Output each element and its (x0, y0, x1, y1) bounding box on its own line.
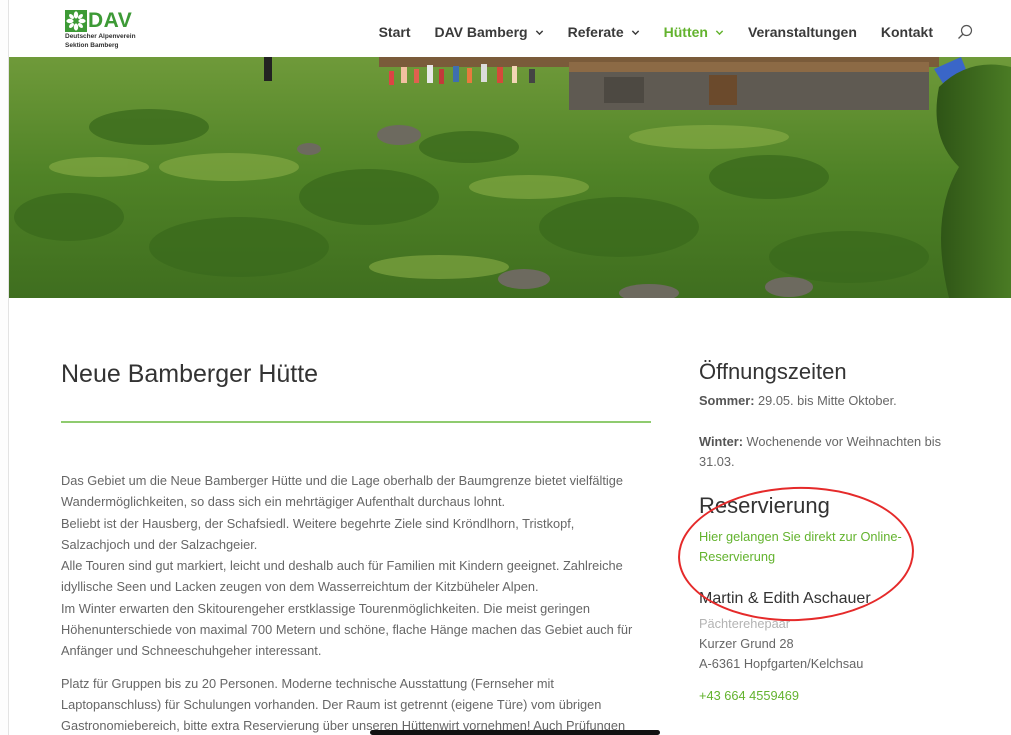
winter-value: Wochenende vor Weihnachten bis (742, 434, 941, 449)
nav-item-referate[interactable]: Referate (568, 24, 640, 40)
text-line: Platz für Gruppen bis zu 20 Personen. Mo… (61, 675, 554, 691)
text-line: Im Winter erwarten den Skitourengeher er… (61, 600, 590, 616)
phone-link[interactable]: +43 664 4559469 (699, 686, 969, 706)
logo-subtitle-line2: Sektion Bamberg (65, 41, 119, 49)
nav-item-veranstaltungen[interactable]: Veranstaltungen (748, 24, 857, 40)
nav-item-label: Hütten (663, 24, 708, 40)
dav-logo[interactable]: DAV Deutscher Alpenverein Sektion Bamber… (65, 10, 147, 50)
winter-hours: Winter: Wochenende vor Weihnachten bis 3… (699, 432, 969, 472)
reservation-heading: Reservierung (699, 493, 830, 518)
online-reservation-link[interactable]: Hier gelangen Sie direkt zur Online- Res… (699, 527, 969, 567)
description-paragraph-2: Platz für Gruppen bis zu 20 Personen. Mo… (61, 673, 651, 735)
summer-hours: Sommer: 29.05. bis Mitte Oktober. (699, 391, 969, 411)
hosts-name: Martin & Edith Aschauer (699, 590, 871, 607)
chevron-down-icon (631, 29, 639, 35)
hosts-role: Pächterehepaar (699, 616, 791, 631)
main-navigation: Start DAV Bamberg Referate Hütten Verans… (355, 22, 973, 42)
nav-item-kontakt[interactable]: Kontakt (881, 24, 933, 40)
chevron-down-icon (535, 29, 543, 35)
text-line: Laptopanschluss) für Schulungen vorhande… (61, 696, 602, 712)
search-icon[interactable] (957, 24, 973, 40)
hero-image-alpine-meadow-hut (9, 57, 1011, 298)
sidebar: Öffnungszeiten Sommer: 29.05. bis Mitte … (699, 357, 969, 706)
nav-item-label: Veranstaltungen (747, 24, 857, 40)
opening-hours-heading: Öffnungszeiten (699, 359, 847, 384)
site-header: DAV Deutscher Alpenverein Sektion Bamber… (9, 0, 1011, 57)
text-line: Alle Touren sind gut markiert, leicht un… (61, 558, 623, 574)
page-title: Neue Bamberger Hütte (61, 360, 319, 388)
summer-value: 29.05. bis Mitte Oktober. (754, 393, 897, 408)
text-line: Höhenunterschiede von maximal 700 Metern… (61, 622, 633, 638)
text-line: Beliebt ist der Hausberg, der Schafsiedl… (61, 515, 575, 531)
nav-item-dav-bamberg[interactable]: DAV Bamberg (435, 24, 544, 40)
hero-landscape-illustration (9, 57, 1011, 298)
title-divider (61, 421, 651, 423)
description-paragraph-1: Das Gebiet um die Neue Bamberger Hütte u… (61, 470, 651, 662)
text-line: Wandermöglichkeiten, so dass sich ein me… (61, 494, 506, 510)
nav-item-label: Kontakt (880, 24, 933, 40)
chevron-down-icon (715, 29, 724, 35)
address-city: A-6361 Hopfgarten/Kelchsau (699, 656, 864, 671)
text-line: Anfänger und Schneeschuhgeher interessan… (61, 643, 322, 659)
nav-item-label: Start (378, 24, 411, 40)
home-indicator-bar[interactable] (370, 730, 660, 735)
hut-description: Das Gebiet um die Neue Bamberger Hütte u… (61, 470, 651, 735)
address-street: Kurzer Grund 28 (699, 636, 794, 651)
winter-label: Winter: (699, 434, 743, 449)
nav-item-start[interactable]: Start (379, 24, 411, 40)
logo-wordmark: DAV (88, 9, 133, 32)
text-line: Das Gebiet um die Neue Bamberger Hütte u… (61, 473, 623, 488)
nav-item-huetten[interactable]: Hütten (664, 24, 724, 40)
summer-label: Sommer: (699, 393, 755, 408)
link-line: Hier gelangen Sie direkt zur Online- (699, 529, 902, 544)
nav-item-label: DAV Bamberg (434, 24, 528, 40)
nav-item-label: Referate (567, 24, 624, 40)
logo-subtitle-line1: Deutscher Alpenverein (65, 33, 136, 40)
winter-value-end: 31.03. (699, 454, 735, 469)
page-left-border (0, 0, 9, 735)
edelweiss-icon (65, 10, 87, 32)
link-line: Reservierung (699, 549, 776, 564)
text-line: Salzachjoch und der Salzachgeier. (61, 536, 258, 552)
text-line: idyllische Seen und Lacken zeugen von de… (61, 579, 539, 595)
